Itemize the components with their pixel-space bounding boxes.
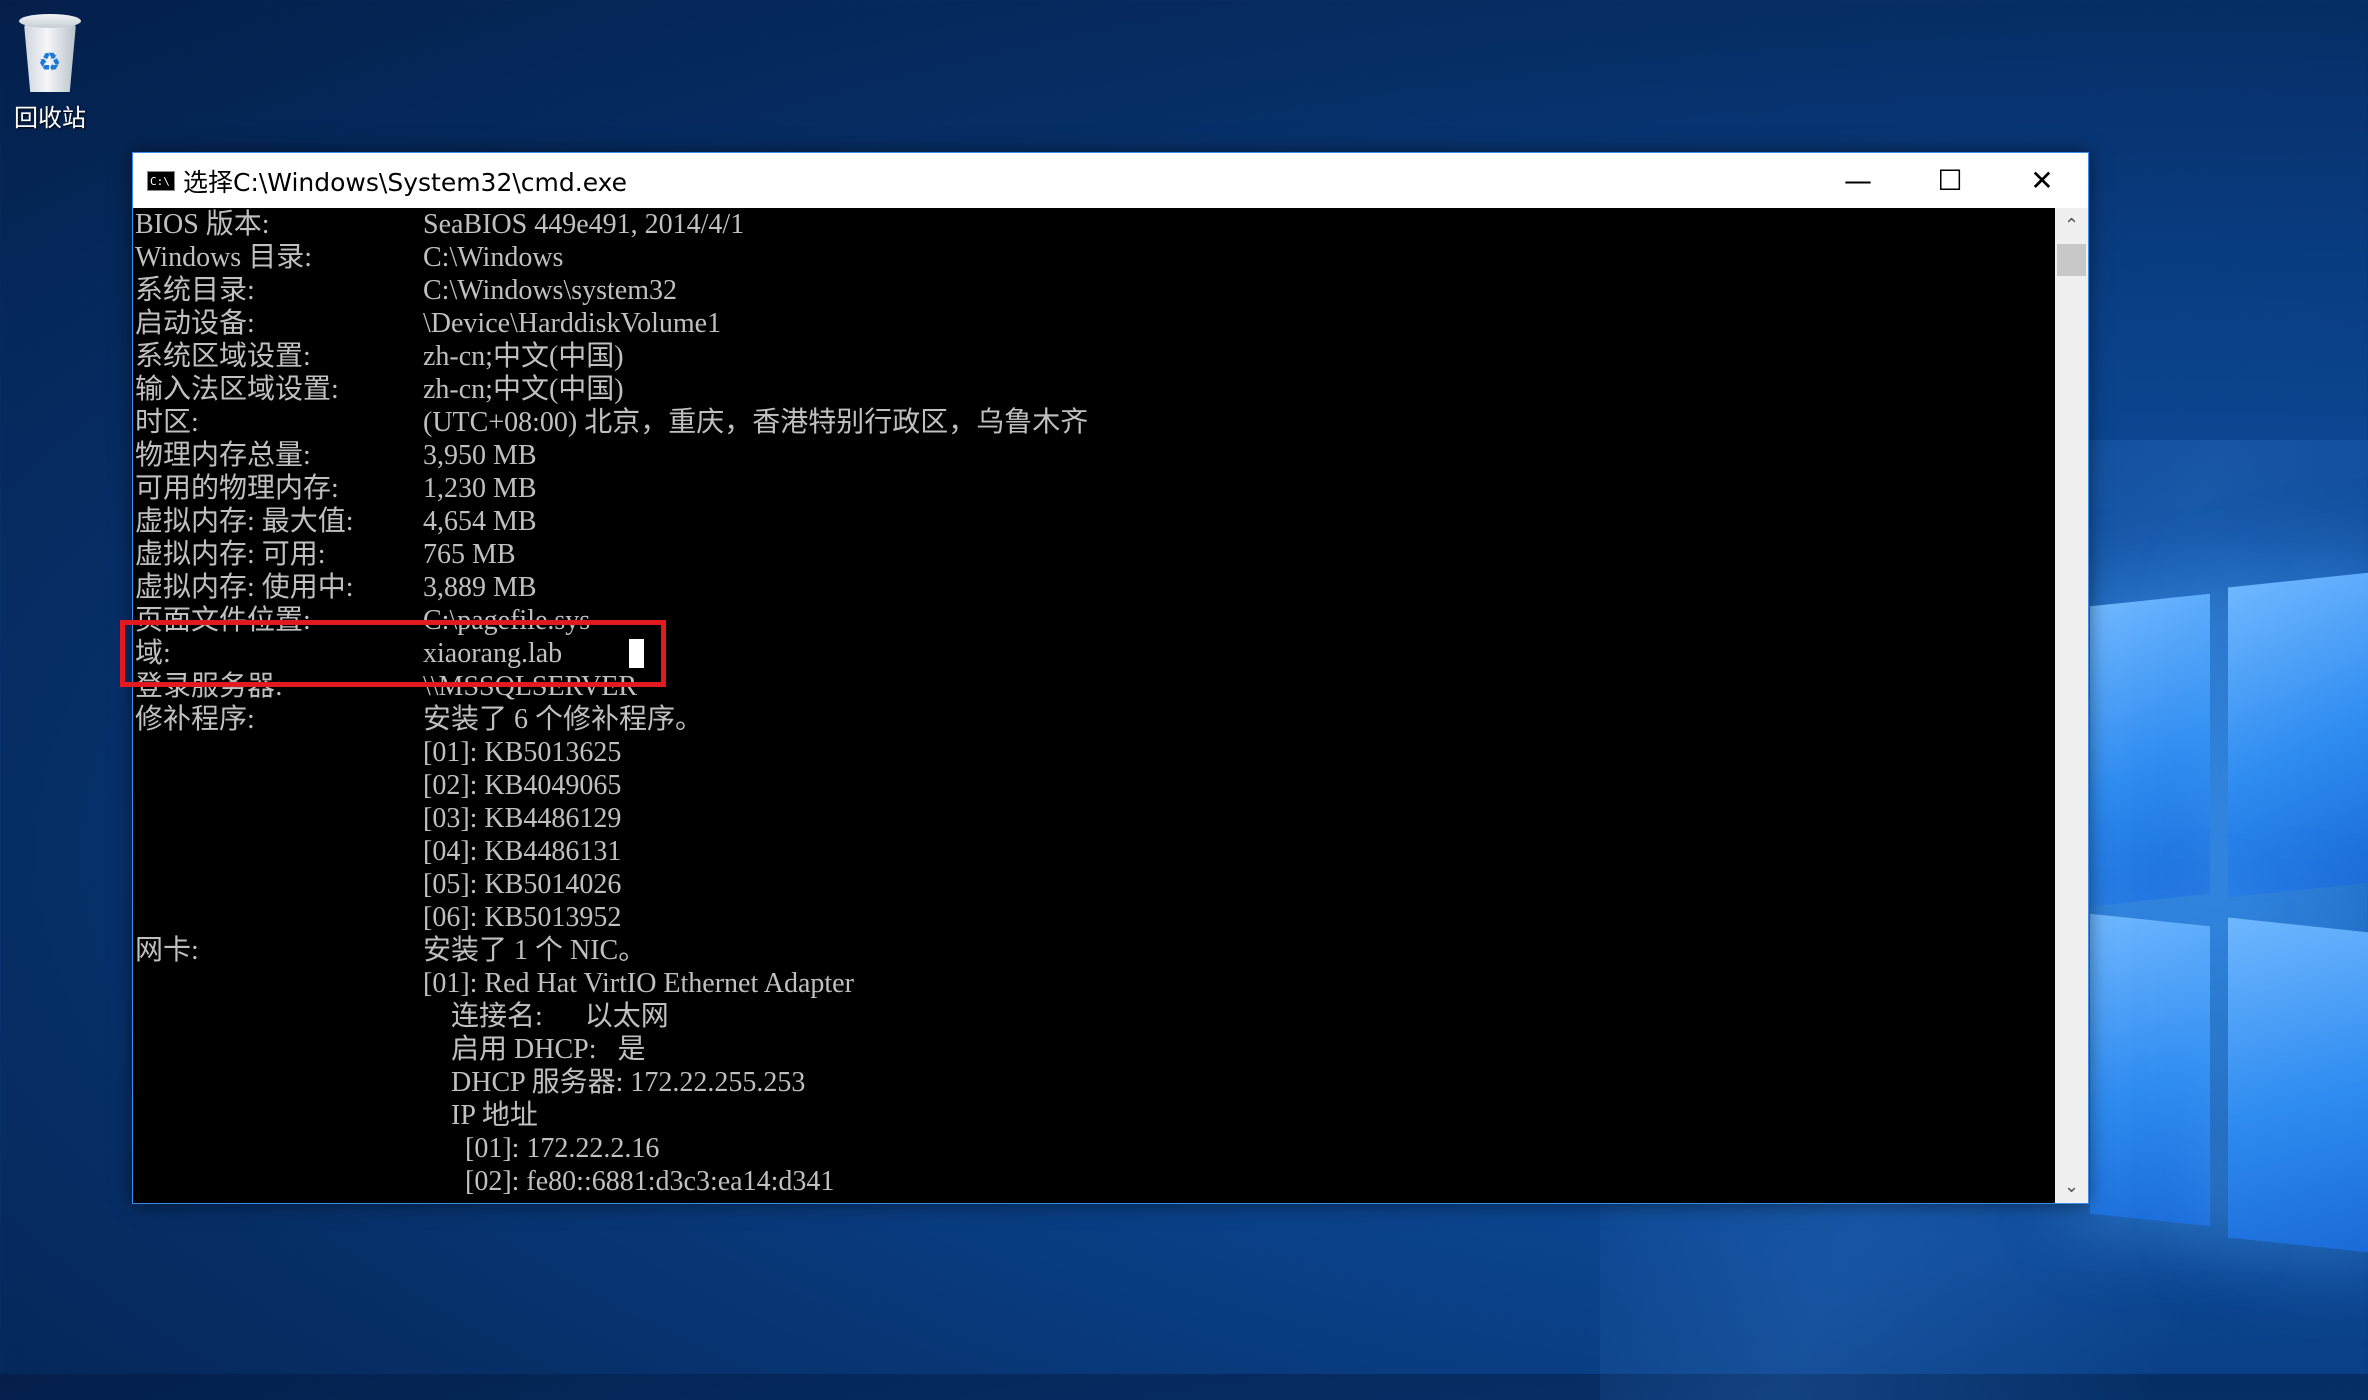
console-line: [04]: KB4486131 [135,835,2035,868]
console-line-value: 连接名: 以太网 [423,1001,669,1032]
console-line-value: 765 MB [423,539,516,570]
console-line-value: \Device\HarddiskVolume1 [423,308,722,339]
console-line-label: 虚拟内存: 最大值: [135,506,354,537]
console-line-label: 时区: [135,407,199,438]
console-line: 网卡: 安装了 1 个 NIC。 [135,934,2035,967]
console-line: BIOS 版本: SeaBIOS 449e491, 2014/4/1 [135,208,2035,241]
console-line: 物理内存总量: 3,950 MB [135,439,2035,472]
console-line-value: [04]: KB4486131 [423,836,622,867]
recycle-bin-icon: ♻ [16,10,84,94]
windows-logo [2090,572,2368,1370]
console-line-label: 可用的物理内存: [135,473,339,504]
console-line-value: [02]: fe80::6881:d3c3:ea14:d341 [423,1166,835,1197]
console-line-label: 系统目录: [135,275,255,306]
console-line-value: 1,230 MB [423,473,537,504]
console-line-label: 物理内存总量: [135,440,311,471]
console-line-value: IP 地址 [423,1100,538,1131]
console-line: [01]: 172.22.2.16 [135,1132,2035,1165]
minimize-button[interactable]: — [1812,153,1904,208]
console-line-label: 启动设备: [135,308,255,339]
scrollbar-thumb[interactable] [2057,244,2086,276]
console-line: 虚拟内存: 最大值: 4,654 MB [135,505,2035,538]
recycle-bin-label: 回收站 [14,104,86,132]
console-line: 修补程序: 安装了 6 个修补程序。 [135,703,2035,736]
console-line-value: 4,654 MB [423,506,537,537]
console-line-label: 修补程序: [135,704,255,735]
domain-highlight-box [120,620,666,687]
console-line-value: [06]: KB5013952 [423,902,622,933]
console-line-value: C:\Windows [423,242,564,273]
title-bar[interactable]: C:\ 选择C:\Windows\System32\cmd.exe — ☐ ✕ [133,153,2088,208]
console-line: DHCP 服务器: 172.22.255.253 [135,1066,2035,1099]
recycle-bin-shortcut[interactable]: ♻ 回收站 [6,10,94,133]
console-line-value: [01]: Red Hat VirtIO Ethernet Adapter [423,968,854,999]
console-line-value: zh-cn;中文(中国) [423,341,624,372]
console-line: [03]: KB4486129 [135,802,2035,835]
close-button[interactable]: ✕ [1996,153,2088,208]
console-line-value: (UTC+08:00) 北京，重庆，香港特别行政区，乌鲁木齐 [423,407,1089,438]
maximize-button[interactable]: ☐ [1904,153,1996,208]
console-line: 虚拟内存: 可用: 765 MB [135,538,2035,571]
scroll-down-arrow-icon[interactable]: ⌄ [2055,1169,2088,1203]
console-line: IP 地址 [135,1099,2035,1132]
console-output[interactable]: BIOS 版本: SeaBIOS 449e491, 2014/4/1 Windows… [133,208,2055,1203]
console-line: [05]: KB5014026 [135,868,2035,901]
console-line: [01]: KB5013625 [135,736,2035,769]
console-line-value: 安装了 1 个 NIC。 [423,935,647,966]
console-line: 时区: (UTC+08:00) 北京，重庆，香港特别行政区，乌鲁木齐 [135,406,2035,439]
console-line-value: 3,889 MB [423,572,537,603]
console-line: [02]: KB4049065 [135,769,2035,802]
console-line: 可用的物理内存: 1,230 MB [135,472,2035,505]
console-line-value: 安装了 6 个修补程序。 [423,704,704,735]
console-line: 系统目录: C:\Windows\system32 [135,274,2035,307]
cmd-icon: C:\ [147,170,175,191]
scroll-up-arrow-icon[interactable]: ⌃ [2055,208,2088,242]
console-line: 启动设备: \Device\HarddiskVolume1 [135,307,2035,340]
console-line: Windows 目录: C:\Windows [135,241,2035,274]
window-title: 选择C:\Windows\System32\cmd.exe [183,167,628,197]
console-line: 虚拟内存: 使用中: 3,889 MB [135,571,2035,604]
console-line-label: 网卡: [135,935,199,966]
console-line: [06]: KB5013952 [135,901,2035,934]
console-line-label: 输入法区域设置: [135,374,339,405]
console-line-value: 启用 DHCP: 是 [423,1034,646,1065]
console-line-label: Windows 目录: [135,242,312,273]
console-line-label: BIOS 版本: [135,209,270,240]
console-line-label: 虚拟内存: 可用: [135,539,326,570]
console-line-value: [03]: KB4486129 [423,803,622,834]
console-line-value: 3,950 MB [423,440,537,471]
console-line-value: zh-cn;中文(中国) [423,374,624,405]
cmd-window[interactable]: C:\ 选择C:\Windows\System32\cmd.exe — ☐ ✕ … [120,152,2089,1204]
console-line-value: SeaBIOS 449e491, 2014/4/1 [423,209,745,240]
console-line-value: C:\Windows\system32 [423,275,677,306]
console-line-value: [01]: KB5013625 [423,737,622,768]
console-line: [01]: Red Hat VirtIO Ethernet Adapter [135,967,2035,1000]
console-line: 连接名: 以太网 [135,1000,2035,1033]
console-line: [02]: fe80::6881:d3c3:ea14:d341 [135,1165,2035,1198]
console-line-value: [05]: KB5014026 [423,869,622,900]
console-line: 输入法区域设置: zh-cn;中文(中国) [135,373,2035,406]
console-line-label: 系统区域设置: [135,341,311,372]
console-line-value: DHCP 服务器: 172.22.255.253 [423,1067,806,1098]
console-line: 启用 DHCP: 是 [135,1033,2035,1066]
console-line-label: 虚拟内存: 使用中: [135,572,354,603]
console-line-value: [02]: KB4049065 [423,770,622,801]
console-line: 系统区域设置: zh-cn;中文(中国) [135,340,2035,373]
vertical-scrollbar[interactable]: ⌃ ⌄ [2055,208,2088,1203]
console-line-value: [01]: 172.22.2.16 [423,1133,660,1164]
